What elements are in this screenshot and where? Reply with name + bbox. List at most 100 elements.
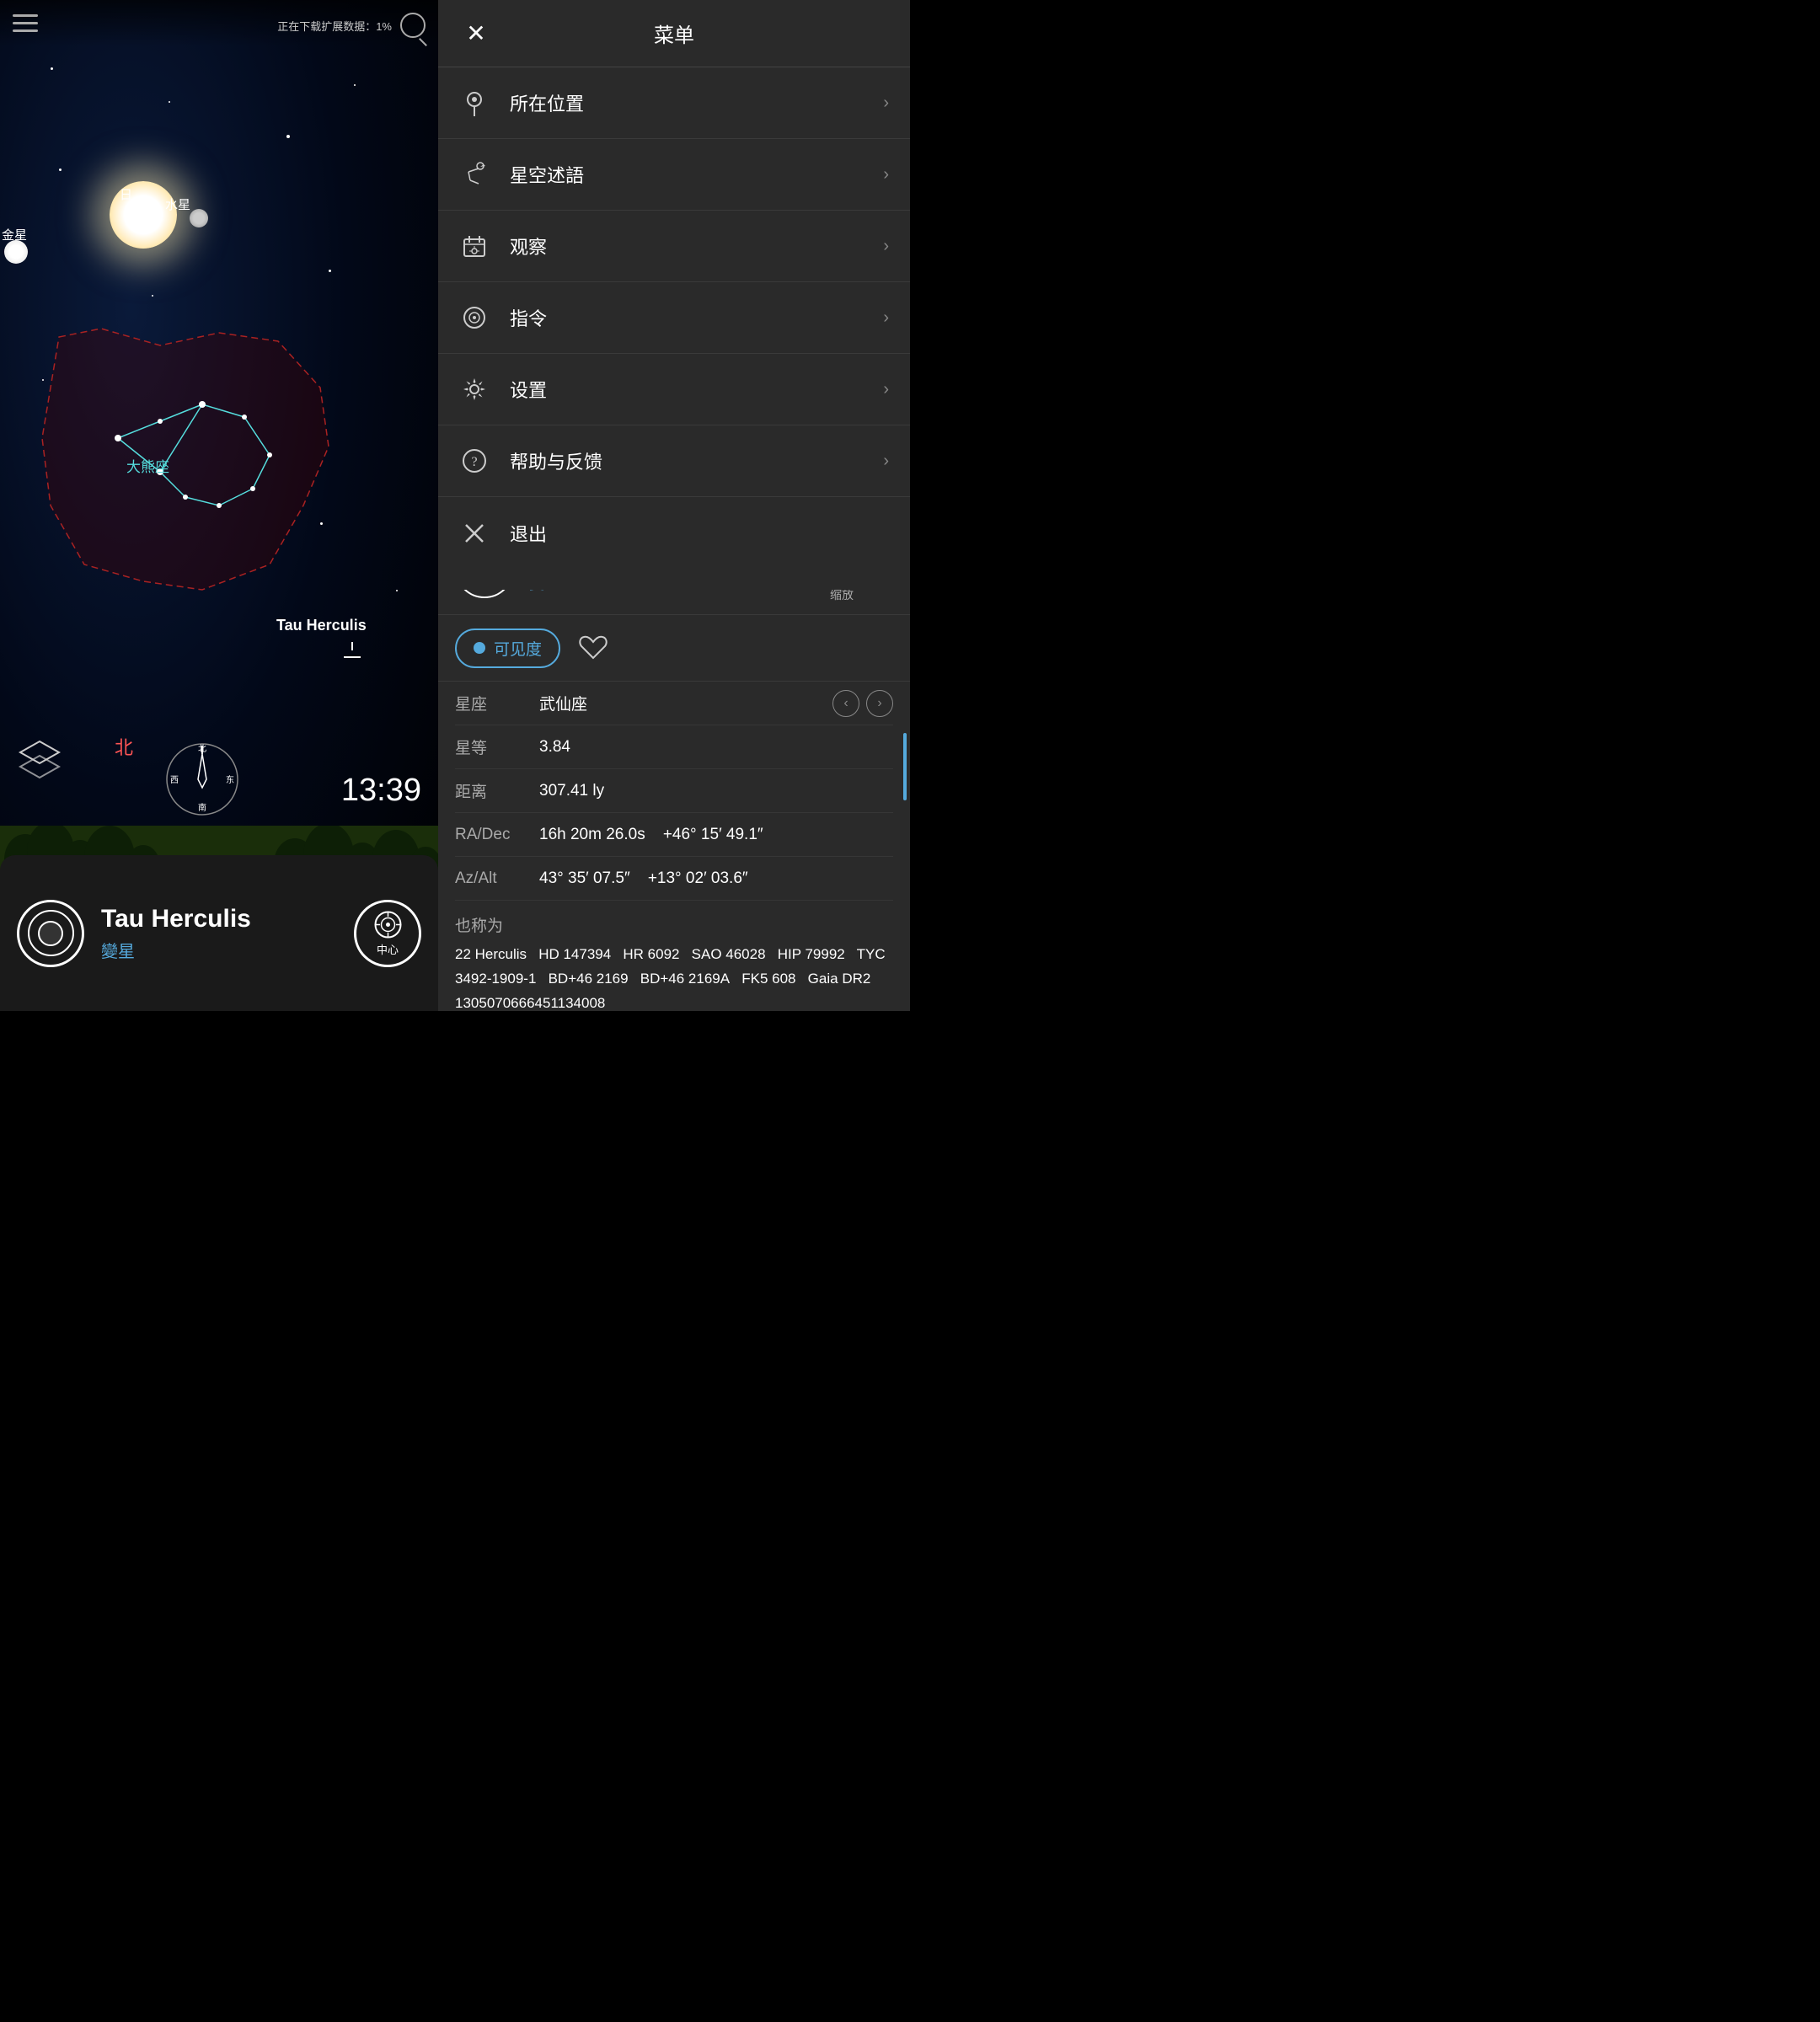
menu-title: 菜单 [654,19,694,48]
svg-text:东: 东 [226,774,234,785]
compass: 北 南 东 西 [164,741,240,817]
visibility-dot-icon [474,642,485,654]
help-icon: ? [459,447,489,476]
svg-text:西: 西 [170,776,179,785]
search-button[interactable] [400,13,426,38]
label-venus: 金星 [2,226,27,243]
star-dot [169,101,170,103]
magnitude-label: 星等 [455,736,539,758]
menu-location-label: 所在位置 [510,89,862,116]
label-mercury: 水星 [165,195,190,213]
svg-text:北: 北 [198,744,206,754]
menu-arrow-icon: › [883,308,889,328]
distance-value: 307.41 ly [539,782,893,800]
azalt-label: Az/Alt [455,869,539,888]
alt-value: +13° 02′ 03.6″ [648,869,748,887]
visibility-button[interactable]: 可见度 [455,629,560,668]
menu-settings-label: 设置 [510,376,862,403]
detail-panel: Tau Herculis 變星 − + 缩放 可见度 [438,522,910,1011]
constellation-label: 星座 [455,692,539,714]
center-button[interactable]: 中心 [354,900,421,967]
dec-value: +46° 15′ 49.1″ [663,826,763,843]
menu-help-label: 帮助与反馈 [510,447,862,474]
top-status-left: 正在下载扩展数据：1% [277,13,426,38]
menu-arrow-icon: › [883,380,889,399]
data-table: 星座 武仙座 ‹ › 星等 3.84 距离 307.41 ly RA/Dec 1… [438,682,910,901]
bottom-info-text: Tau Herculis 變星 [101,905,337,962]
tau-crosshair [340,642,365,667]
magnitude-value: 3.84 [539,738,893,757]
observe-icon [459,232,489,261]
menu-item-quit[interactable]: 退出 [438,497,910,569]
layer-button[interactable] [17,737,63,784]
star-icon-core [38,921,63,946]
radec-value: 16h 20m 26.0s +46° 15′ 49.1″ [539,826,893,844]
left-panel: 日 水星 金星 大熊座 [0,0,438,1011]
az-value: 43° 35′ 07.5″ [539,869,630,887]
star-dot [59,168,62,171]
menu-observe-label: 观察 [510,233,862,259]
star-dot [152,295,153,297]
menu-item-observe[interactable]: 观察 › [438,211,910,282]
menu-star-stories-label: 星空述語 [510,161,862,188]
menu-arrow-icon: › [883,165,889,185]
bottom-star-type: 變星 [101,938,337,962]
menu-close-button[interactable]: ✕ [459,17,493,51]
hamburger-menu-button[interactable] [13,14,38,32]
menu-arrow-icon: › [883,94,889,113]
hamburger-line [13,22,38,24]
distance-label: 距离 [455,779,539,802]
also-known-values: 22 Herculis HD 147394 HR 6092 SAO 46028 … [455,943,893,1016]
label-north: 北 [115,733,133,760]
detail-actions: 可见度 [438,615,910,682]
star-dot [396,590,398,591]
mercury-object [190,209,208,227]
also-known-label: 也称为 [455,913,893,936]
favorite-button[interactable] [573,628,613,668]
azalt-value: 43° 35′ 07.5″ +13° 02′ 03.6″ [539,869,893,888]
ra-value: 16h 20m 26.0s [539,826,645,843]
svg-text:南: 南 [198,802,206,813]
label-ursa-major: 大熊座 [126,455,169,476]
settings-icon [459,375,489,404]
top-bar-left: 正在下载扩展数据：1% [0,0,438,46]
download-status-left: 正在下载扩展数据：1% [277,18,392,34]
close-icon: ✕ [466,22,485,45]
constellation-value: 武仙座 [539,692,832,714]
bottom-info-bar: Tau Herculis 變星 中心 [0,855,438,1011]
commands-icon [459,303,489,333]
right-panel: 0:21 仙座 正在下载扩展数据：2% ✕ 菜单 所在位 [438,0,910,1011]
quit-icon [459,518,489,548]
also-known-section: 也称为 22 Herculis HD 147394 HR 6092 SAO 46… [438,901,910,1024]
hamburger-line [13,14,38,17]
next-constellation-button[interactable]: › [866,690,893,717]
menu-item-commands[interactable]: 指令 › [438,282,910,354]
menu-item-location[interactable]: 所在位置 › [438,67,910,139]
hamburger-line [13,29,38,32]
menu-arrow-icon: › [883,237,889,256]
tau-herculis-map-label: Tau Herculis [276,617,367,634]
center-icon [373,910,403,939]
constellation-nav: ‹ › [832,690,893,717]
menu-quit-label: 退出 [510,520,889,547]
menu-item-settings[interactable]: 设置 › [438,354,910,425]
prev-constellation-button[interactable]: ‹ [832,690,859,717]
radec-label: RA/Dec [455,826,539,844]
bottom-star-name: Tau Herculis [101,905,337,933]
star-dot [354,84,356,86]
menu-item-help[interactable]: ? 帮助与反馈 › [438,425,910,497]
heart-icon [578,634,608,661]
svg-text:?: ? [471,455,477,469]
label-day: 日 [120,185,132,203]
star-dot [51,67,53,70]
constellation-row: 星座 武仙座 ‹ › [455,682,893,725]
star-dot [286,135,290,138]
menu-item-star-stories[interactable]: 星空述語 › [438,139,910,211]
star-icon-circle [17,900,84,967]
radec-row: RA/Dec 16h 20m 26.0s +46° 15′ 49.1″ [455,813,893,857]
scroll-indicator [903,733,907,800]
venus-object [4,240,28,264]
star-icon-inner [28,910,74,956]
time-display: 13:39 [341,773,421,809]
magnitude-row: 星等 3.84 [455,725,893,769]
